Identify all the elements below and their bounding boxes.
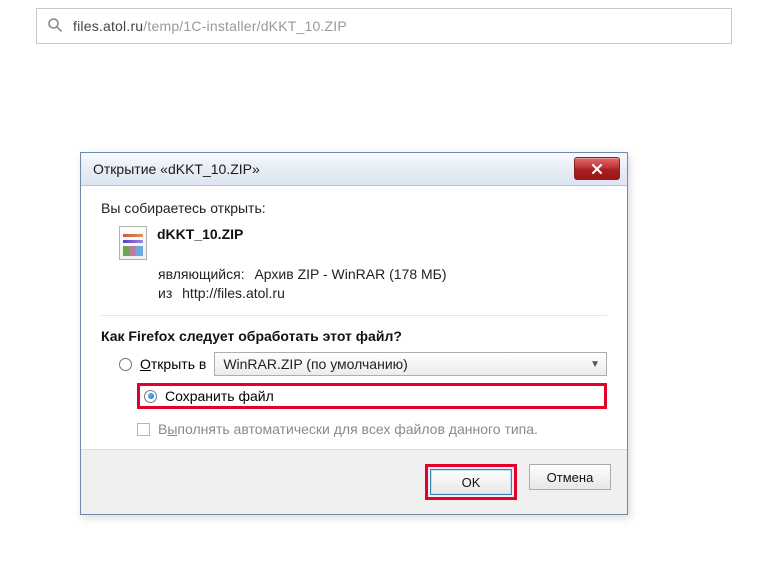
- option-save-file[interactable]: Сохранить файл: [144, 388, 600, 404]
- handling-question: Как Firefox следует обработать этот файл…: [101, 328, 607, 344]
- file-type-label: являющийся:: [158, 266, 245, 282]
- file-info-row: dKKT_10.ZIP: [119, 226, 607, 260]
- auto-action-label: Выполнять автоматически для всех файлов …: [158, 421, 538, 437]
- auto-action-checkbox[interactable]: [137, 423, 150, 436]
- dialog-titlebar[interactable]: Открытие «dKKT_10.ZIP»: [81, 153, 627, 186]
- open-with-app-value: WinRAR.ZIP (по умолчанию): [223, 356, 408, 372]
- radio-save-file[interactable]: [144, 390, 157, 403]
- open-with-label: Открыть в: [140, 356, 206, 372]
- dialog-body: Вы собираетесь открыть: dKKT_10.ZIP явля…: [81, 186, 627, 449]
- file-meta: являющийся: Архив ZIP - WinRAR (178 МБ) …: [158, 266, 607, 301]
- intro-text: Вы собираетесь открыть:: [101, 200, 607, 216]
- save-file-label: Сохранить файл: [165, 388, 274, 404]
- file-from-value: http://files.atol.ru: [182, 285, 285, 301]
- chevron-down-icon: ▼: [590, 359, 600, 370]
- dialog-footer: OK Отмена: [81, 449, 627, 514]
- file-from-label: из: [158, 285, 172, 301]
- ok-button[interactable]: OK: [430, 469, 512, 495]
- file-name: dKKT_10.ZIP: [157, 226, 243, 242]
- archive-icon: [119, 226, 147, 260]
- close-button[interactable]: [574, 157, 620, 180]
- download-dialog: Открытие «dKKT_10.ZIP» Вы собираетесь от…: [80, 152, 628, 515]
- dialog-title: Открытие «dKKT_10.ZIP»: [93, 161, 260, 177]
- divider: [101, 315, 607, 316]
- search-icon: [47, 17, 63, 36]
- open-with-app-select[interactable]: WinRAR.ZIP (по умолчанию) ▼: [214, 352, 607, 376]
- file-type-value: Архив ZIP - WinRAR (178 МБ): [254, 266, 446, 282]
- option-open-with[interactable]: Открыть в WinRAR.ZIP (по умолчанию) ▼: [119, 352, 607, 376]
- address-bar[interactable]: files.atol.ru/temp/1C-installer/dKKT_10.…: [36, 8, 732, 44]
- address-bar-text: files.atol.ru/temp/1C-installer/dKKT_10.…: [73, 18, 347, 34]
- option-save-file-highlight: Сохранить файл: [137, 383, 607, 409]
- ok-button-highlight: OK: [425, 464, 517, 500]
- auto-action-row: Выполнять автоматически для всех файлов …: [137, 421, 607, 437]
- close-icon: [590, 163, 604, 175]
- cancel-button[interactable]: Отмена: [529, 464, 611, 490]
- radio-open-with[interactable]: [119, 358, 132, 371]
